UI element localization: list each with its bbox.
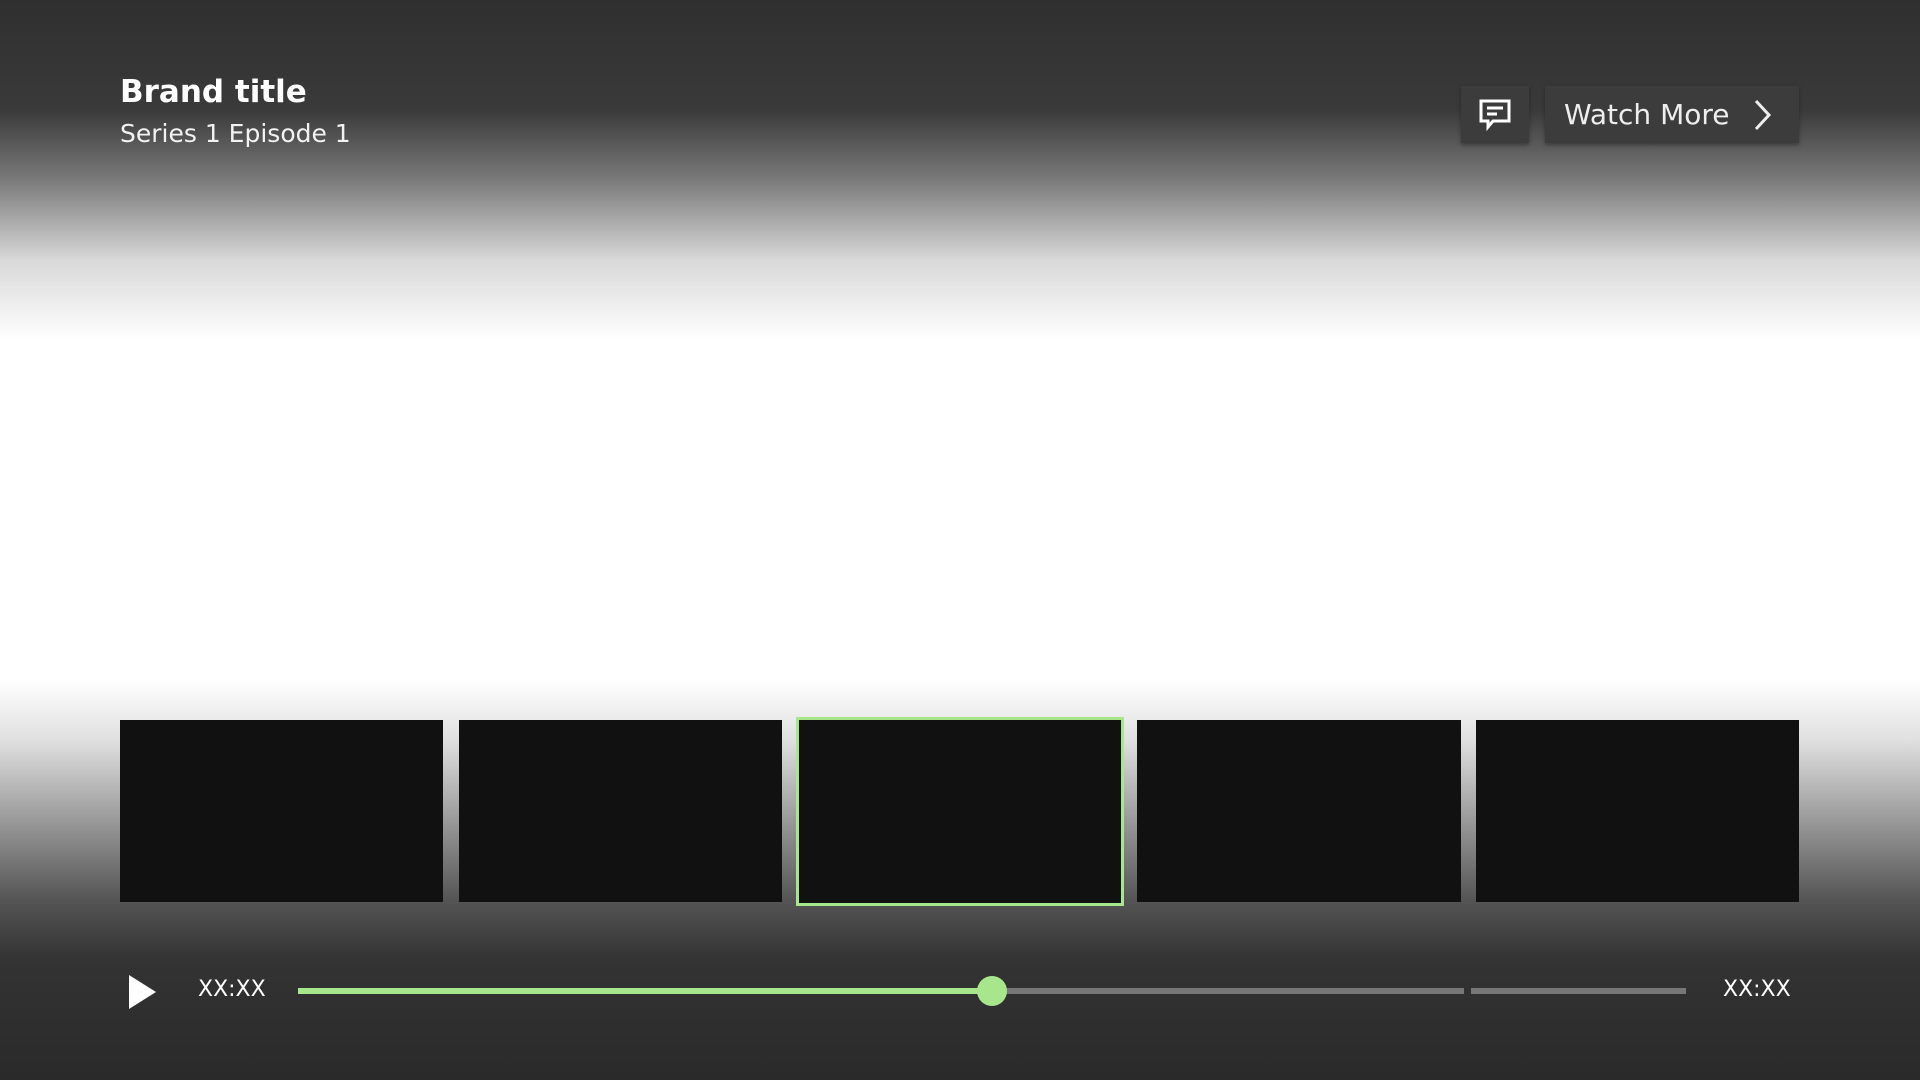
progress-fill [298, 988, 992, 994]
thumbnail[interactable] [120, 720, 443, 902]
progress-track-segment[interactable] [1471, 988, 1686, 994]
watch-more-label: Watch More [1564, 98, 1730, 131]
chevron-right-icon [1755, 99, 1772, 130]
episode-subtitle: Series 1 Episode 1 [120, 119, 351, 148]
thumbnail-selected[interactable] [796, 717, 1124, 906]
total-time: XX:XX [1723, 977, 1791, 1002]
progress-scrubber-handle[interactable] [977, 976, 1007, 1006]
play-icon[interactable] [128, 974, 158, 1010]
subtitles-speech-bubble-icon [1479, 99, 1511, 131]
brand-title: Brand title [120, 74, 307, 110]
thumbnail[interactable] [1476, 720, 1799, 902]
thumbnail[interactable] [459, 720, 782, 902]
watch-more-button[interactable]: Watch More [1545, 86, 1799, 143]
thumbnail[interactable] [1137, 720, 1461, 902]
subtitles-button[interactable] [1461, 86, 1529, 143]
elapsed-time: XX:XX [198, 977, 266, 1002]
